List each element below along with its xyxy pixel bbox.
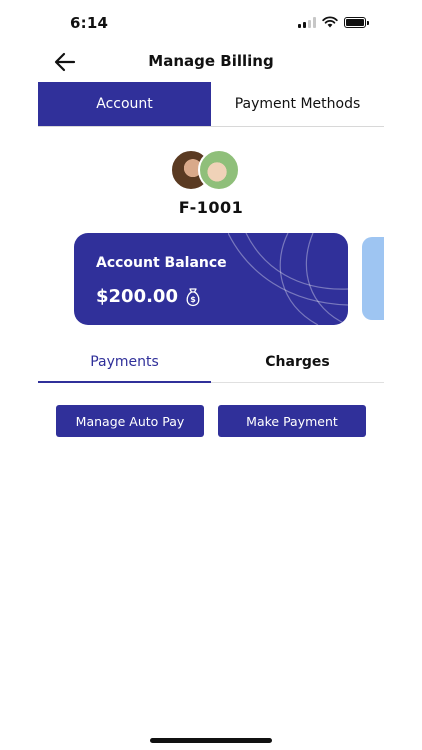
family-id: F-1001: [178, 198, 244, 217]
balance-amount-row: $200.00 $: [96, 286, 202, 307]
tab-charges[interactable]: Charges: [211, 342, 384, 382]
status-bar: 6:14: [0, 0, 422, 44]
avatar: [198, 149, 240, 191]
make-payment-button[interactable]: Make Payment: [218, 405, 366, 437]
wifi-icon: [322, 16, 338, 28]
transactions-tabs: Payments Charges: [38, 342, 384, 383]
tab-payment-methods[interactable]: Payment Methods: [211, 82, 384, 126]
cellular-signal-icon: [298, 16, 316, 28]
page-title: Manage Billing: [148, 52, 274, 70]
status-icons: [298, 16, 369, 28]
home-indicator: [150, 738, 272, 743]
account-balance-card[interactable]: Account Balance $200.00 $: [74, 233, 348, 325]
balance-label: Account Balance: [96, 255, 227, 271]
manage-auto-pay-button[interactable]: Manage Auto Pay: [56, 405, 204, 437]
tab-account[interactable]: Account: [38, 82, 211, 126]
battery-icon: [344, 16, 369, 28]
svg-text:$: $: [190, 295, 196, 304]
billing-tabs: Account Payment Methods: [38, 82, 384, 127]
card-decoration: [228, 233, 348, 325]
next-card-peek[interactable]: [362, 237, 384, 320]
balance-amount: $200.00: [96, 286, 178, 307]
tab-payments[interactable]: Payments: [38, 342, 211, 383]
status-time: 6:14: [70, 14, 109, 32]
family-avatars: [170, 149, 242, 193]
header: Manage Billing: [0, 44, 422, 80]
money-bag-icon: $: [186, 287, 200, 306]
